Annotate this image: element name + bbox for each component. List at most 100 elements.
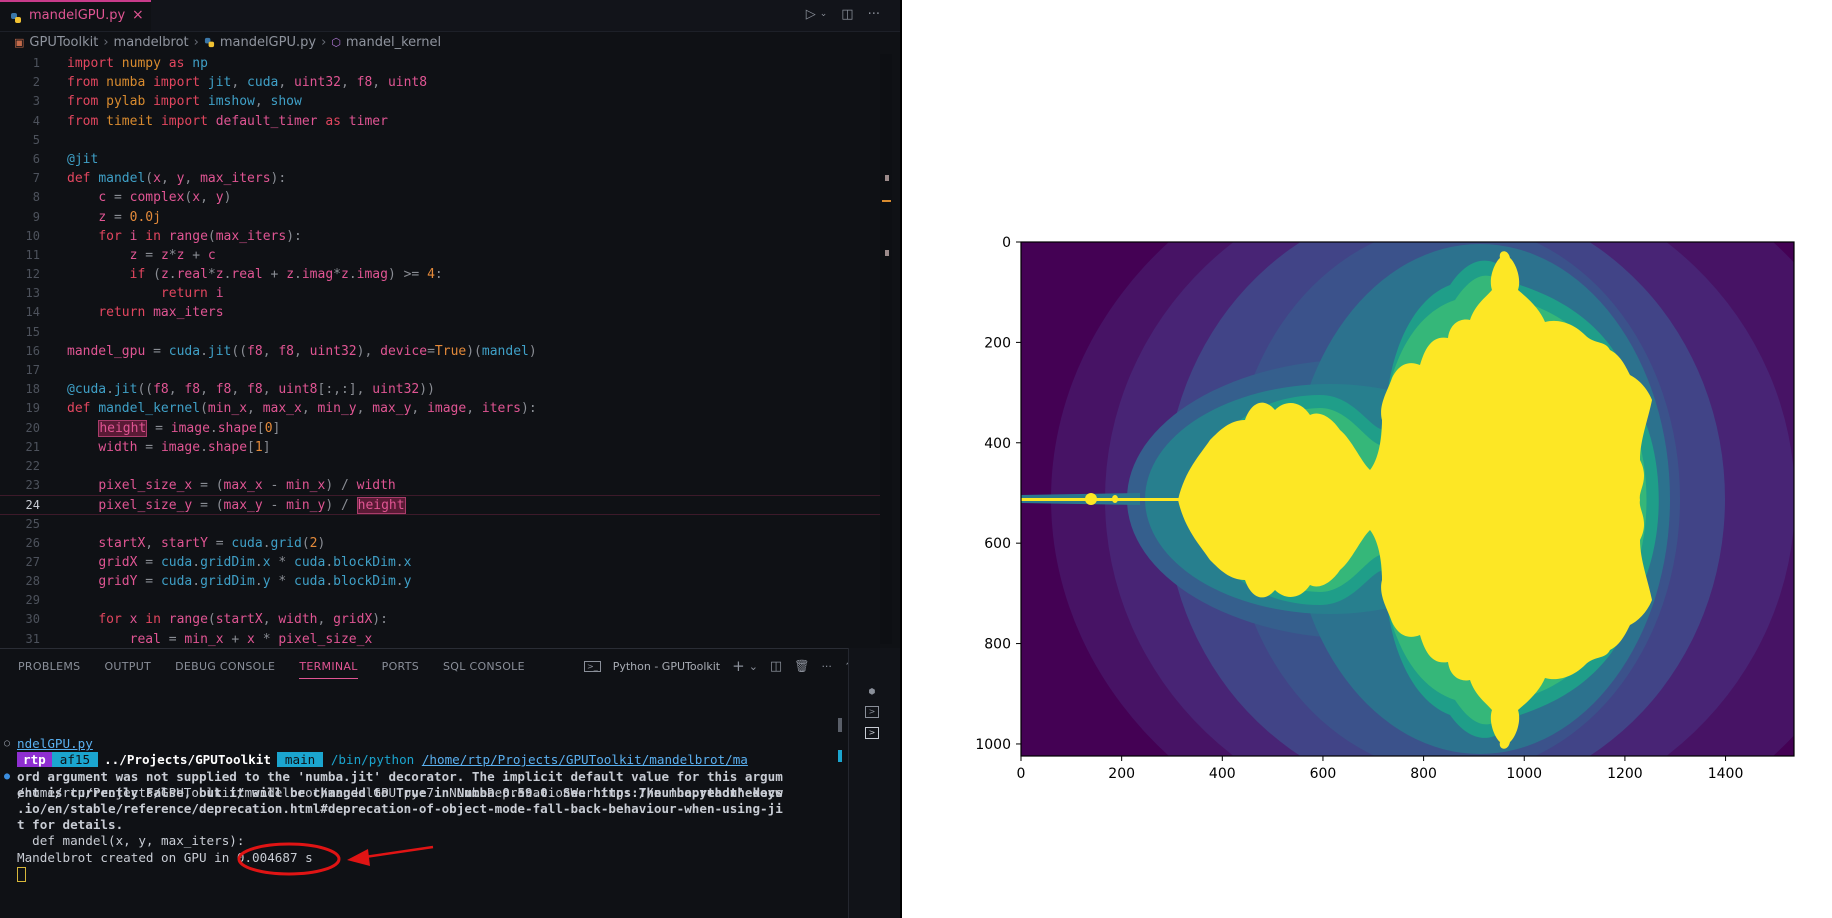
code-line[interactable]: 2 from numba import jit, cuda, uint32, f8… — [0, 73, 885, 92]
terminal-icon[interactable]: > — [865, 706, 879, 718]
chevron-down-icon[interactable]: ⌄ — [820, 9, 828, 22]
tab-debug-console[interactable]: DEBUG CONSOLE — [175, 660, 275, 679]
code-line[interactable]: 26 startX, startY = cuda.grid(2) — [0, 534, 885, 553]
code-line[interactable]: 10 for i in range(max_iters): — [0, 227, 885, 246]
code-line[interactable]: 11 z = z*z + c — [0, 246, 885, 265]
chevron-right-icon: › — [321, 35, 327, 50]
tab-ports[interactable]: PORTS — [382, 660, 419, 679]
code-line[interactable]: 28 gridY = cuda.gridDim.y * cuda.blockDi… — [0, 572, 885, 591]
terminal-output[interactable]: ○ rtp af15 ../Projects/GPUToolkit main /bin… — [0, 720, 840, 882]
tab-label: mandelGPU.py — [29, 8, 126, 23]
breadcrumb-item[interactable]: mandelbrot — [114, 35, 189, 50]
terminal-line: .io/en/stable/reference/deprecation.html… — [17, 800, 783, 816]
breadcrumb-item[interactable]: mandelGPU.py — [220, 35, 316, 50]
panel-actions: >_ Python - GPUToolkit + ⌄ ◫ 🗑 ··· ⌃ ✕ — [584, 657, 876, 675]
breadcrumb-item[interactable]: GPUToolkit — [29, 35, 98, 50]
code-line[interactable]: 30 for x in range(startX, width, gridX): — [0, 610, 885, 629]
code-editor[interactable]: 1 import numpy as np 2 from numba import j… — [0, 54, 885, 649]
editor-actions: ▷ ⌄ ◫ ··· — [806, 7, 880, 22]
code-line[interactable]: 1 import numpy as np — [0, 54, 885, 73]
editor-scrollbar[interactable] — [880, 54, 892, 644]
y-tick-label: 400 — [984, 436, 1011, 452]
code-line[interactable]: 7 def mandel(x, y, max_iters): — [0, 169, 885, 188]
chevron-right-icon: › — [103, 35, 109, 50]
y-tick-label: 600 — [984, 536, 1011, 552]
mandelbrot-plot: 0 200 400 600 800 1000 1200 1400 0 200 400 600 800 1… — [975, 235, 1795, 782]
timing-result: 0.004687 s — [236, 849, 313, 865]
code-line[interactable]: 22 — [0, 457, 885, 476]
terminal-name[interactable]: Python - GPUToolkit — [613, 660, 720, 673]
y-tick-label: 0 — [1002, 235, 1011, 251]
x-tick-label: 400 — [1209, 766, 1236, 782]
minimap-marker — [885, 250, 889, 256]
editor-tabbar: mandelGPU.py × ▷ ⌄ ◫ ··· — [0, 0, 900, 32]
run-icon[interactable]: ▷ — [806, 7, 816, 22]
tab-terminal[interactable]: TERMINAL — [299, 660, 358, 679]
code-line[interactable]: 19 def mandel_kernel(min_x, max_x, min_y,… — [0, 399, 885, 418]
code-line[interactable]: 16 mandel_gpu = cuda.jit((f8, f8, uint32)… — [0, 342, 885, 361]
tab-sql-console[interactable]: SQL CONSOLE — [443, 660, 525, 679]
x-tick-label: 600 — [1310, 766, 1337, 782]
terminal-line: ndelGPU.py — [0, 736, 840, 752]
code-line[interactable]: 6 @jit — [0, 150, 885, 169]
code-line[interactable]: 13 return i — [0, 284, 885, 303]
split-editor-icon[interactable]: ◫ — [841, 7, 853, 22]
tab-mandelgpu[interactable]: mandelGPU.py × — [0, 0, 151, 31]
terminal-icon: >_ — [584, 660, 601, 672]
tab-output[interactable]: OUTPUT — [104, 660, 151, 679]
y-tick-label: 800 — [984, 637, 1011, 653]
minimap-marker — [882, 200, 891, 202]
more-actions-icon[interactable]: ··· — [868, 7, 880, 22]
code-line[interactable]: 21 width = image.shape[1] — [0, 438, 885, 457]
trash-icon[interactable]: 🗑 — [794, 659, 809, 673]
x-tick-label: 0 — [1017, 766, 1026, 782]
file-link[interactable]: ndelGPU.py — [17, 736, 93, 752]
y-tick-label: 1000 — [975, 737, 1011, 753]
code-line[interactable]: 27 gridX = cuda.gridDim.x * cuda.blockDi… — [0, 553, 885, 572]
breadcrumb-item[interactable]: mandel_kernel — [346, 35, 441, 50]
terminal-icon[interactable]: ⬢ — [865, 687, 879, 699]
code-line[interactable]: 3 from pylab import imshow, show — [0, 92, 885, 111]
terminal-cursor — [17, 866, 26, 882]
chevron-down-icon[interactable]: ⌄ — [749, 660, 758, 673]
terminal-scrollbar[interactable] — [838, 718, 842, 732]
python-file-icon — [204, 37, 214, 48]
folder-icon: ▣ — [14, 36, 25, 49]
code-line-active[interactable]: 24 pixel_size_y = (max_y - min_y) / heig… — [0, 495, 885, 515]
x-tick-label: 800 — [1410, 766, 1437, 782]
chevron-right-icon: › — [193, 35, 199, 50]
code-line[interactable]: 20 height = image.shape[0] — [0, 419, 885, 438]
method-icon: ⬡ — [331, 36, 341, 49]
code-line[interactable]: 14 return max_iters — [0, 303, 885, 322]
code-line[interactable]: 25 — [0, 515, 885, 534]
code-line[interactable]: 31 real = min_x + x * pixel_size_x — [0, 630, 885, 649]
terminal-line: t for details. — [17, 817, 124, 833]
tab-problems[interactable]: PROBLEMS — [18, 660, 80, 679]
code-line[interactable]: 12 if (z.real*z.real + z.imag*z.imag) >=… — [0, 265, 885, 284]
code-line[interactable]: 23 pixel_size_x = (max_x - min_x) / widt… — [0, 476, 885, 495]
terminal-line: def mandel(x, y, max_iters): — [17, 833, 245, 849]
code-line[interactable]: 18 @cuda.jit((f8, f8, f8, f8, uint8[:,:],… — [0, 380, 885, 399]
close-icon[interactable]: × — [132, 7, 144, 23]
more-actions-icon[interactable]: ··· — [821, 660, 832, 673]
mini-mandelbrot — [1085, 493, 1097, 505]
split-terminal-icon[interactable]: ◫ — [770, 659, 782, 674]
code-line[interactable]: 17 — [0, 361, 885, 380]
panel-divider[interactable] — [0, 648, 900, 649]
x-tick-label: 1400 — [1708, 766, 1744, 782]
editor-pane: mandelGPU.py × ▷ ⌄ ◫ ··· ▣ GPUToolkit › … — [0, 0, 900, 918]
code-line[interactable]: 29 — [0, 591, 885, 610]
code-line[interactable]: 5 — [0, 131, 885, 150]
terminal-icon[interactable]: > — [865, 727, 879, 739]
code-line[interactable]: 9 z = 0.0j — [0, 208, 885, 227]
python-file-icon — [11, 13, 21, 23]
minimap-marker — [885, 175, 889, 181]
terminal-line: ○ rtp af15 ../Projects/GPUToolkit main /bin… — [0, 720, 840, 768]
code-line[interactable]: 15 — [0, 323, 885, 342]
terminal-line: ord argument was not supplied to the 'nu… — [17, 768, 783, 784]
plus-icon[interactable]: + — [732, 657, 745, 675]
code-line[interactable]: 4 from timeit import default_timer as tim… — [0, 112, 885, 131]
code-line[interactable]: 8 c = complex(x, y) — [0, 188, 885, 207]
x-tick-label: 1200 — [1607, 766, 1643, 782]
mandelbrot-filament — [1021, 498, 1181, 501]
